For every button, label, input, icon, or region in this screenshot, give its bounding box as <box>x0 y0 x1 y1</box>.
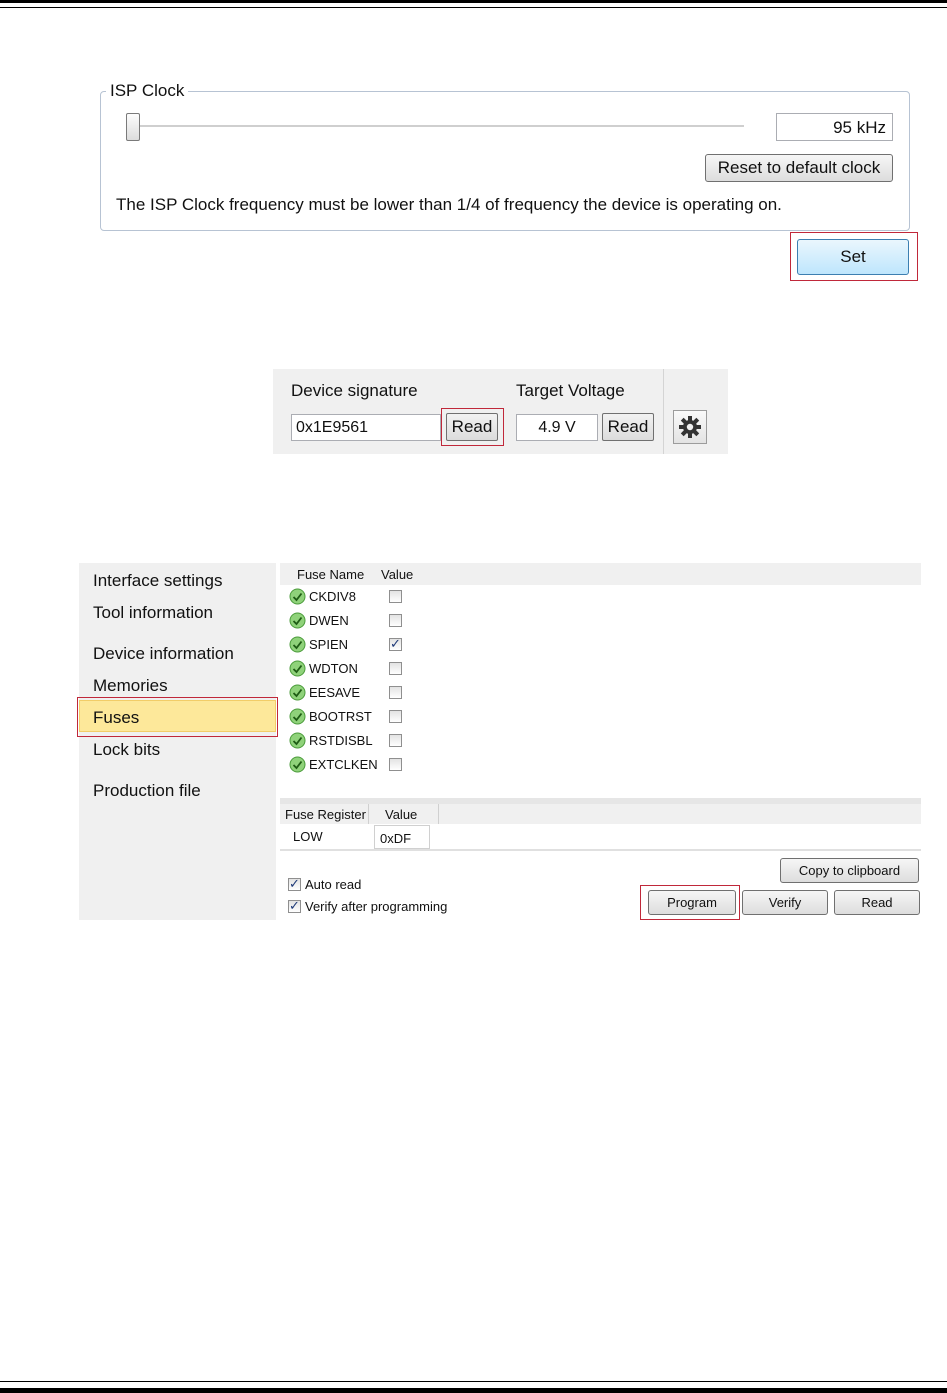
fuse-register-value-field[interactable]: 0xDF <box>374 825 430 849</box>
fuse-name: DWEN <box>309 613 349 628</box>
ok-check-icon <box>289 588 306 605</box>
fuse-name: EXTCLKEN <box>309 757 378 772</box>
fuse-value-checkbox[interactable] <box>389 662 402 675</box>
fuse-value-checkbox[interactable] <box>389 590 402 603</box>
ok-check-icon <box>289 756 306 773</box>
top-rule <box>0 0 947 8</box>
fuse-name: SPIEN <box>309 637 349 652</box>
bottom-rule <box>0 1381 947 1393</box>
nav-item-production-file[interactable]: Production file <box>93 781 201 801</box>
isp-clock-legend: ISP Clock <box>106 81 189 101</box>
verify-after-programming-option[interactable]: Verify after programming <box>288 898 448 914</box>
fuse-name-column-header[interactable]: Fuse Name <box>297 567 364 582</box>
auto-read-label: Auto read <box>305 877 362 892</box>
settings-gear-button[interactable] <box>673 410 707 444</box>
options-divider <box>280 849 921 851</box>
panel-separator <box>663 369 664 454</box>
read-fuses-button[interactable]: Read <box>834 890 920 915</box>
read-voltage-button[interactable]: Read <box>602 413 654 441</box>
read-signature-button[interactable]: Read <box>446 413 498 441</box>
target-voltage-field[interactable]: 4.9 V <box>516 414 598 441</box>
isp-clock-slider-track[interactable] <box>126 125 744 128</box>
isp-clock-slider-thumb[interactable] <box>126 113 140 141</box>
fuse-register-column-header[interactable]: Fuse Register <box>285 807 366 822</box>
fuse-name: RSTDISBL <box>309 733 373 748</box>
ok-check-icon <box>289 636 306 653</box>
fuse-value-checkbox[interactable] <box>389 636 402 652</box>
fuse-name: WDTON <box>309 661 358 676</box>
auto-read-checkbox[interactable] <box>288 876 301 892</box>
verify-after-programming-checkbox[interactable] <box>288 898 301 914</box>
fuse-name: CKDIV8 <box>309 589 356 604</box>
gear-icon <box>679 416 701 438</box>
ok-check-icon <box>289 708 306 725</box>
fuse-value-checkbox[interactable] <box>389 758 402 771</box>
nav-item-fuses[interactable]: Fuses <box>93 708 139 728</box>
column-divider <box>368 804 369 824</box>
fuse-table-header: Fuse Name Value <box>280 563 921 585</box>
fuse-register-name: LOW <box>293 829 323 844</box>
fuse-value-checkbox[interactable] <box>389 734 402 747</box>
nav-item-memories[interactable]: Memories <box>93 676 168 696</box>
ok-check-icon <box>289 660 306 677</box>
isp-clock-value-field[interactable]: 95 kHz <box>776 113 893 141</box>
nav-item-device-information[interactable]: Device information <box>93 644 234 664</box>
auto-read-option[interactable]: Auto read <box>288 876 362 892</box>
program-button[interactable]: Program <box>648 890 736 915</box>
nav-item-lock-bits[interactable]: Lock bits <box>93 740 160 760</box>
set-button[interactable]: Set <box>797 239 909 275</box>
target-voltage-label: Target Voltage <box>516 381 625 400</box>
register-value-column-header[interactable]: Value <box>385 807 417 822</box>
copy-to-clipboard-button[interactable]: Copy to clipboard <box>780 858 919 883</box>
device-signature-label: Device signature <box>291 381 418 400</box>
device-signature-field[interactable]: 0x1E9561 <box>291 414 441 441</box>
ok-check-icon <box>289 612 306 629</box>
ok-check-icon <box>289 732 306 749</box>
fuse-value-column-header[interactable]: Value <box>381 567 413 582</box>
fuse-register-header: Fuse Register Value <box>280 804 921 824</box>
fuse-value-checkbox[interactable] <box>389 710 402 723</box>
nav-item-interface-settings[interactable]: Interface settings <box>93 571 222 591</box>
fuse-value-checkbox[interactable] <box>389 686 402 699</box>
ok-check-icon <box>289 684 306 701</box>
nav-item-tool-information[interactable]: Tool information <box>93 603 213 623</box>
fuse-value-checkbox[interactable] <box>389 614 402 627</box>
verify-button[interactable]: Verify <box>742 890 828 915</box>
fuse-name: EESAVE <box>309 685 361 700</box>
fuse-name: BOOTRST <box>309 709 372 724</box>
column-divider <box>438 804 439 824</box>
reset-default-clock-button[interactable]: Reset to default clock <box>705 154 893 182</box>
isp-clock-note: The ISP Clock frequency must be lower th… <box>116 195 782 214</box>
verify-after-programming-label: Verify after programming <box>305 899 448 914</box>
